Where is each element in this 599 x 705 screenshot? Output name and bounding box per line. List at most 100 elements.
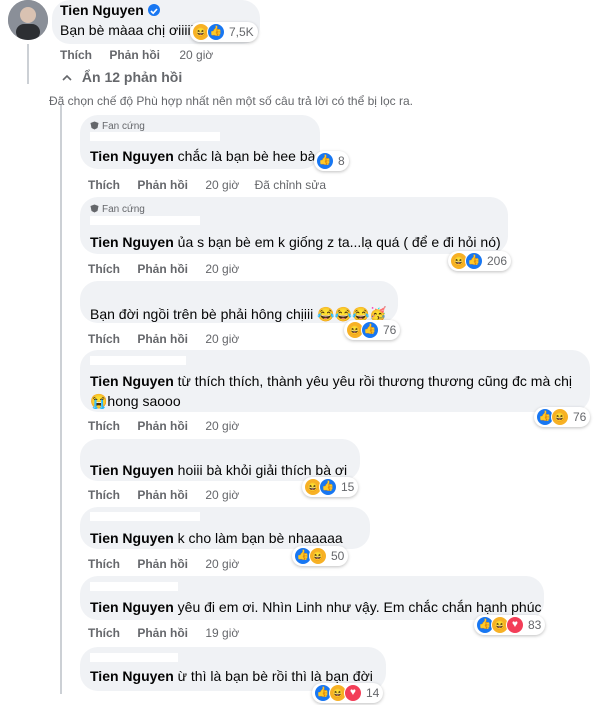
reply-text: Tien Nguyen chắc là bạn bè hee bà <box>90 147 315 166</box>
like-icon: 👍 <box>319 478 337 496</box>
reply-button[interactable]: Phản hồi <box>137 332 188 346</box>
reaction-count: 7,5K <box>229 25 254 39</box>
hide-replies-label: Ẩn 12 phản hồi <box>81 69 183 85</box>
reaction-count: 76 <box>573 410 587 424</box>
reaction-count: 206 <box>487 254 508 268</box>
reply-bubble: Tien Nguyen k cho làm bạn bè nhaaaaa <box>80 507 370 549</box>
mention-link[interactable]: Tien Nguyen <box>90 373 174 389</box>
like-icon: 👍 <box>465 252 483 270</box>
reply-button[interactable]: Phản hồi <box>137 557 188 571</box>
redacted-name <box>90 653 178 662</box>
reply-body: Bạn đời ngồi trên bè phải hông chịiii 😂😂… <box>90 306 387 322</box>
reply-body: ủa s bạn bè em k giống z ta...lạ quá ( đ… <box>173 234 501 250</box>
mention-link[interactable]: Tien Nguyen <box>90 462 174 478</box>
heart-icon: ♥ <box>506 616 524 634</box>
comment-actions: Thích Phản hồi 20 giờ <box>60 48 213 62</box>
mention-link[interactable]: Tien Nguyen <box>90 148 174 164</box>
redacted-name <box>90 216 200 225</box>
reply-button[interactable]: Phản hồi <box>109 48 160 62</box>
like-button[interactable]: Thích <box>88 557 120 571</box>
reply-bubble: Bạn đời ngồi trên bè phải hông chịiii 😂😂… <box>80 281 398 323</box>
reply-button[interactable]: Phản hồi <box>137 626 188 640</box>
fan-badge: Fan cứng <box>90 121 145 132</box>
fan-badge-icon <box>90 204 99 213</box>
mention-link[interactable]: Tien Nguyen <box>90 234 174 250</box>
comment-time[interactable]: 20 giờ <box>179 48 213 62</box>
reply-actions: Thích Phản hồi 19 giờ <box>88 626 239 640</box>
reply-actions: Thích Phản hồi 20 giờ <box>88 332 239 346</box>
reply-time[interactable]: 19 giờ <box>205 626 239 640</box>
fan-badge: Fan cứng <box>90 204 145 215</box>
reply-actions: Thích Phản hồi 20 giờ <box>88 262 239 276</box>
reply-time[interactable]: 20 giờ <box>205 262 239 276</box>
redacted-name <box>90 512 200 521</box>
like-button[interactable]: Thích <box>60 48 92 62</box>
reply-bubble: Tien Nguyen hoiii bà khỏi giải thích bà … <box>80 439 360 481</box>
verified-icon <box>148 4 160 16</box>
hide-replies-button[interactable]: Ẩn 12 phản hồi <box>62 69 182 85</box>
reaction-summary[interactable]: 👍 😆 76 <box>534 407 591 427</box>
reply-actions: Thích Phản hồi 20 giờ Đã chỉnh sửa <box>88 178 326 192</box>
reaction-count: 76 <box>383 323 397 337</box>
mention-link[interactable]: Tien Nguyen <box>90 599 174 615</box>
reaction-summary[interactable]: 👍 😆 ♥ 14 <box>312 683 384 703</box>
reaction-count: 14 <box>366 686 380 700</box>
like-button[interactable]: Thích <box>88 488 120 502</box>
mention-link[interactable]: Tien Nguyen <box>90 668 174 684</box>
avatar[interactable] <box>8 0 48 40</box>
reply-text: Tien Nguyen ủa s bạn bè em k giống z ta.… <box>90 233 501 252</box>
thread-line <box>27 44 29 84</box>
comment-text: Bạn bè màaa chị ơiiiii <box>60 22 194 38</box>
filter-notice: Đã chọn chế độ Phù hợp nhất nên một số c… <box>49 94 413 108</box>
reaction-summary[interactable]: 😆 👍 76 <box>344 320 401 340</box>
reaction-summary[interactable]: 😆 👍 7,5K <box>190 22 258 42</box>
reply-time[interactable]: 20 giờ <box>205 488 239 502</box>
reply-button[interactable]: Phản hồi <box>137 178 188 192</box>
reply-time[interactable]: 20 giờ <box>205 332 239 346</box>
mention-link[interactable]: Tien Nguyen <box>90 530 174 546</box>
fan-badge-icon <box>90 121 99 130</box>
reply-body: ừ thì là bạn bè rồi thì là bạn đời <box>173 668 373 684</box>
reply-time[interactable]: 20 giờ <box>205 178 239 192</box>
like-button[interactable]: Thích <box>88 262 120 276</box>
like-button[interactable]: Thích <box>88 626 120 640</box>
reaction-summary[interactable]: 😆 👍 206 <box>448 251 512 271</box>
reply-text: Tien Nguyen từ thích thích, thành yêu yê… <box>90 372 572 391</box>
reply-body: k cho làm bạn bè nhaaaaa <box>173 530 343 546</box>
reply-time[interactable]: 20 giờ <box>205 419 239 433</box>
like-button[interactable]: Thích <box>88 332 120 346</box>
like-button[interactable]: Thích <box>88 178 120 192</box>
reply-bubble: Tien Nguyen yêu đi em ơi. Nhìn Linh như … <box>80 576 544 620</box>
reaction-summary[interactable]: 👍 😆 ♥ 83 <box>474 615 546 635</box>
reply-time[interactable]: 20 giờ <box>205 557 239 571</box>
chevron-up-icon <box>62 69 72 85</box>
reply-body: từ thích thích, thành yêu yêu rồi thương… <box>173 373 573 389</box>
reply-text-line2: 😭hong saooo <box>90 393 181 409</box>
reaction-summary[interactable]: 😆 👍 15 <box>302 477 359 497</box>
reply-bubble: Fan cứng Tien Nguyen ủa s bạn bè em k gi… <box>80 197 508 254</box>
like-icon: 👍 <box>361 321 379 339</box>
avatar-photo <box>8 0 48 40</box>
reaction-count: 15 <box>341 480 355 494</box>
reply-button[interactable]: Phản hồi <box>137 262 188 276</box>
reply-button[interactable]: Phản hồi <box>137 419 188 433</box>
edited-label[interactable]: Đã chỉnh sửa <box>255 178 326 192</box>
reply-body: chắc là bạn bè hee bà <box>173 148 316 164</box>
reaction-count: 50 <box>331 549 345 563</box>
like-button[interactable]: Thích <box>88 419 120 433</box>
haha-icon: 😆 <box>551 408 569 426</box>
reaction-count: 83 <box>528 618 542 632</box>
reaction-summary[interactable]: 👍 8 <box>314 151 349 171</box>
redacted-name <box>90 132 220 141</box>
reaction-summary[interactable]: 👍 😆 50 <box>292 546 349 566</box>
reply-text: Tien Nguyen yêu đi em ơi. Nhìn Linh như … <box>90 598 541 617</box>
heart-icon: ♥ <box>344 684 362 702</box>
like-icon: 👍 <box>207 23 225 41</box>
haha-icon: 😆 <box>309 547 327 565</box>
reply-actions: Thích Phản hồi 20 giờ <box>88 488 239 502</box>
reply-bubble: Fan cứng Tien Nguyen chắc là bạn bè hee … <box>80 115 320 169</box>
reply-bubble: Tien Nguyen từ thích thích, thành yêu yê… <box>80 350 590 412</box>
reaction-count: 8 <box>338 154 345 168</box>
reply-button[interactable]: Phản hồi <box>137 488 188 502</box>
comment-author[interactable]: Tien Nguyen <box>60 2 144 18</box>
